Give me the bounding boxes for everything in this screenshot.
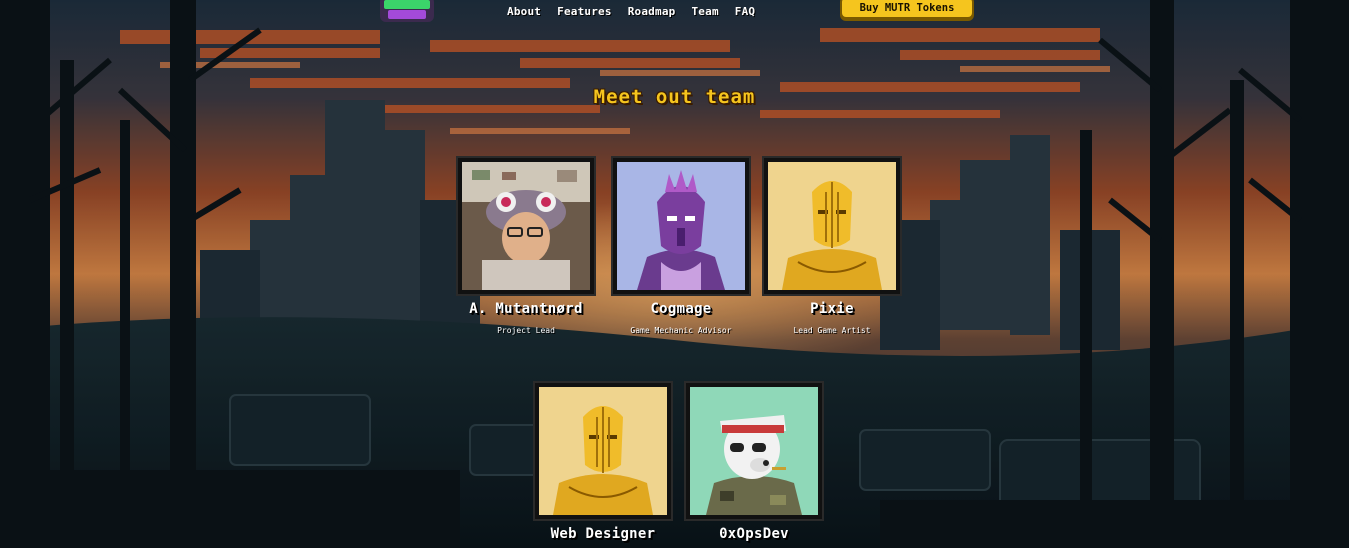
member-role: Project Lead [497, 326, 555, 335]
nav-features-link[interactable]: Features [557, 5, 612, 18]
avatar-frame [686, 383, 822, 519]
member-name: Web Designer [550, 526, 656, 542]
member-name: Cogmage [650, 301, 712, 317]
avatar-yellow-mutant [539, 387, 667, 515]
member-role: Lead Game Artist [793, 326, 871, 335]
nav-roadmap-link[interactable]: Roadmap [628, 5, 676, 18]
top-nav: About Features Roadmap Team FAQ Buy MUTR… [0, 0, 1349, 24]
logo[interactable] [378, 0, 436, 24]
avatar-frame [613, 158, 749, 294]
nav-links: About Features Roadmap Team FAQ [507, 5, 755, 18]
team-card-cogmage: Cogmage Game Mechanic Advisor [611, 158, 751, 335]
member-name: A. Mutantnørd [469, 301, 583, 317]
team-card-0xopsdev: 0xOpsDev [684, 383, 824, 542]
nav-faq-link[interactable]: FAQ [735, 5, 755, 18]
member-name: 0xOpsDev [719, 526, 789, 542]
avatar-photo-costume [462, 162, 590, 290]
team-card-pixie: Pixie Lead Game Artist [762, 158, 902, 335]
avatar-yellow-mutant [768, 162, 896, 290]
member-role: Game Mechanic Advisor [630, 326, 732, 335]
member-name: Pixie [810, 301, 854, 317]
nav-team-link[interactable]: Team [691, 5, 718, 18]
nav-about-link[interactable]: About [507, 5, 541, 18]
buy-tokens-button[interactable]: Buy MUTR Tokens [840, 0, 974, 19]
avatar-purple-alien [617, 162, 745, 290]
team-card-web-designer: Web Designer [533, 383, 673, 542]
avatar-frame [535, 383, 671, 519]
avatar-frame [764, 158, 900, 294]
avatar-frame [458, 158, 594, 294]
team-card-mutantnord: A. Mutantnørd Project Lead [456, 158, 596, 335]
avatar-polar-bear [690, 387, 818, 515]
team-section-title: Meet out team [593, 86, 756, 108]
